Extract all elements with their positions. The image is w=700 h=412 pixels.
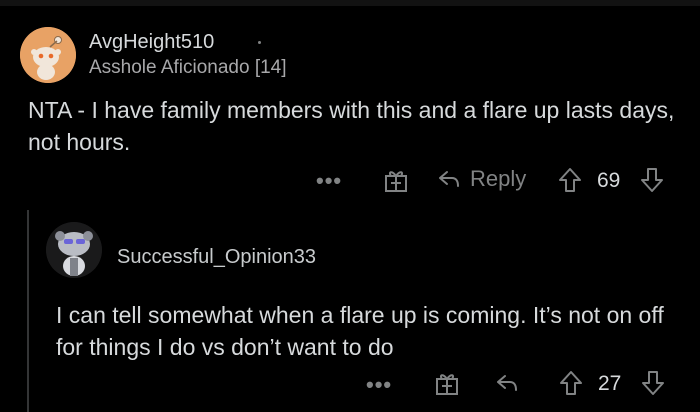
reply-button[interactable]: Reply: [436, 166, 526, 192]
downvote-button[interactable]: [640, 369, 666, 397]
comment-body: I can tell somewhat when a flare up is c…: [56, 302, 664, 360]
reply-arrow-icon: [497, 375, 517, 391]
snoo-avatar-icon: [46, 222, 102, 278]
upvote-button[interactable]: [558, 369, 584, 397]
upvote-button[interactable]: [557, 166, 583, 194]
reply-arrow-icon: [439, 171, 459, 187]
comment-body: NTA - I have family members with this an…: [28, 97, 675, 155]
vote-count: 69: [597, 169, 621, 192]
vote-count: 27: [598, 372, 622, 395]
reply-button[interactable]: [494, 370, 520, 396]
top-strip: [0, 0, 700, 6]
thread-line[interactable]: [27, 210, 29, 412]
arrow-down-icon: [642, 371, 664, 395]
avatar[interactable]: [20, 27, 76, 83]
snoo-avatar-icon: [20, 27, 76, 83]
arrow-up-icon: [559, 168, 581, 192]
more-options-button[interactable]: •••: [316, 168, 342, 194]
gift-icon: [436, 374, 458, 395]
comment-username[interactable]: AvgHeight510: [89, 31, 214, 54]
more-options-button[interactable]: •••: [366, 372, 392, 398]
comment-username[interactable]: Successful_Opinion33: [117, 246, 316, 269]
avatar[interactable]: [46, 222, 102, 278]
reply-label: Reply: [470, 166, 527, 191]
arrow-down-icon: [641, 168, 663, 192]
downvote-button[interactable]: [639, 166, 665, 194]
user-flair: Asshole Aficionado [14]: [89, 57, 287, 78]
award-button[interactable]: [383, 167, 409, 193]
separator-dot: [258, 41, 261, 44]
arrow-up-icon: [560, 371, 582, 395]
gift-icon: [385, 171, 407, 192]
award-button[interactable]: [434, 370, 460, 396]
